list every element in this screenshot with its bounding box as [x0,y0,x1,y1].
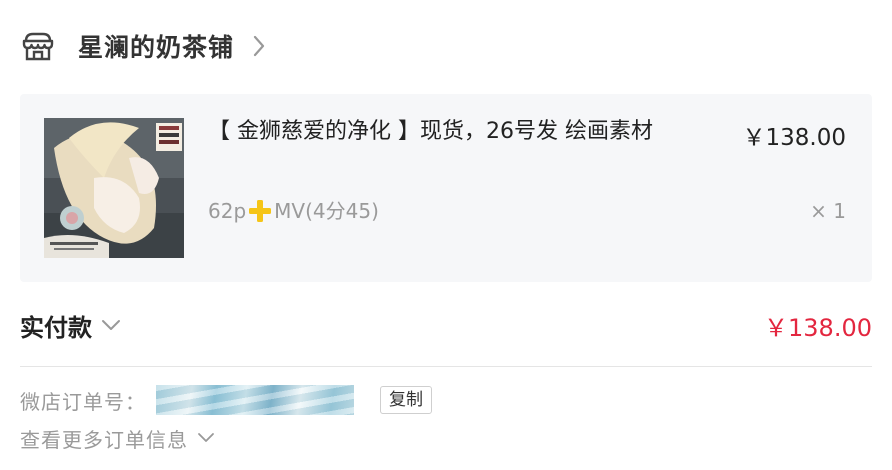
plus-icon [248,199,272,223]
paid-amount-row: 实付款 ￥138.00 [20,302,872,348]
shop-icon [20,28,56,64]
product-card[interactable]: 【 金狮慈爱的净化 】现货，26号发 绘画素材 62p MV(4分45) ￥13… [20,94,872,282]
more-order-info-label: 查看更多订单信息 [20,427,188,452]
chevron-down-icon [196,432,216,444]
chevron-right-icon [252,34,270,58]
product-price: ￥138.00 [742,125,846,151]
shop-name[interactable]: 星澜的奶茶铺 [78,28,234,64]
paid-label: 实付款 [20,313,92,342]
order-number-label: 微店订单号： [20,389,146,414]
order-detail-page: 星澜的奶茶铺 【 金狮慈爱的净化 】现货，26号发 绘画素材 62p MV(4分… [0,0,892,470]
product-quantity: × 1 [810,199,846,223]
product-spec-suffix: MV(4分45) [274,199,379,223]
chevron-down-icon [100,318,122,332]
divider [20,366,872,367]
product-thumbnail-image[interactable] [44,118,184,258]
copy-button[interactable]: 复制 [380,386,432,414]
product-spec-prefix: 62p [208,199,247,223]
product-spec: 62p MV(4分45) [208,194,379,228]
product-title[interactable]: 【 金狮慈爱的净化 】现货，26号发 绘画素材 [208,114,698,150]
paid-label-toggle[interactable]: 实付款 [20,308,122,343]
shop-header[interactable]: 星澜的奶茶铺 [20,22,270,70]
paid-amount: ￥138.00 [764,313,872,342]
more-order-info-toggle[interactable]: 查看更多订单信息 [20,422,216,454]
order-number-redacted [156,385,354,415]
order-number-row: 微店订单号： 复制 [20,384,432,416]
